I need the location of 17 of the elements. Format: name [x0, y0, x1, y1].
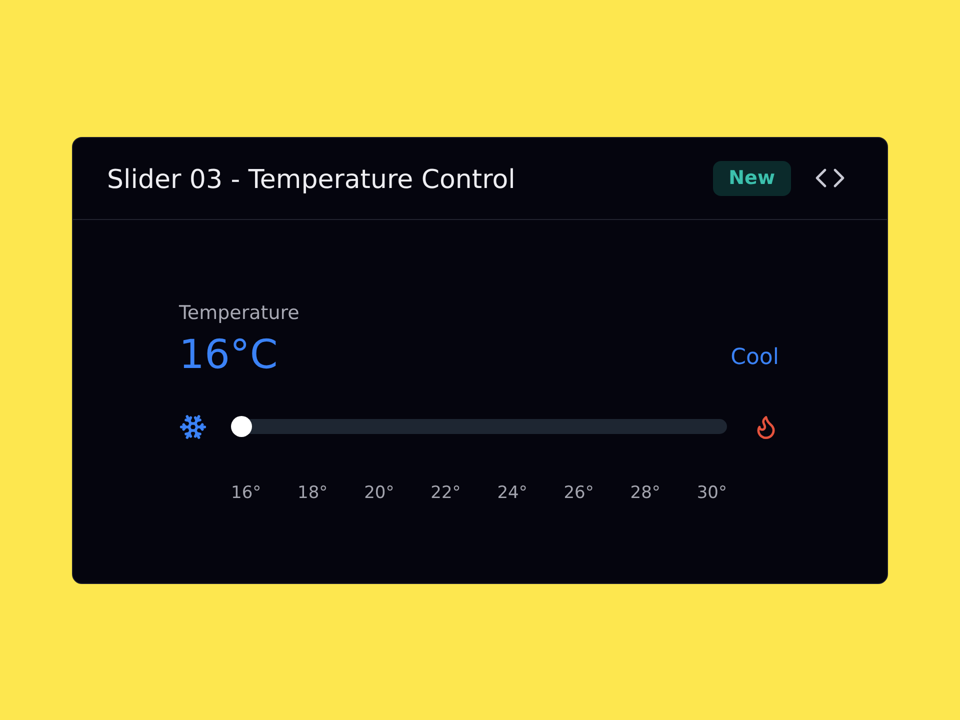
card-title: Slider 03 - Temperature Control: [107, 166, 516, 192]
tick-label: 20°: [364, 484, 394, 502]
tick-label: 26°: [564, 484, 594, 502]
snowflake-icon: [179, 412, 207, 440]
tick-label: 18°: [298, 484, 328, 502]
temperature-value: 16°C: [179, 334, 278, 374]
tick-label: 24°: [497, 484, 528, 502]
tick-label: 22°: [430, 484, 461, 502]
tick-label: 16°: [231, 484, 262, 502]
new-badge: New: [712, 160, 791, 196]
temperature-label: Temperature: [179, 304, 300, 322]
slider-thumb[interactable]: [231, 416, 252, 437]
mode-label: Cool: [730, 346, 779, 368]
code-icon[interactable]: [815, 167, 845, 189]
tick-label: 28°: [630, 484, 660, 502]
slider-track[interactable]: [231, 416, 727, 437]
tick-label: 30°: [696, 484, 727, 502]
